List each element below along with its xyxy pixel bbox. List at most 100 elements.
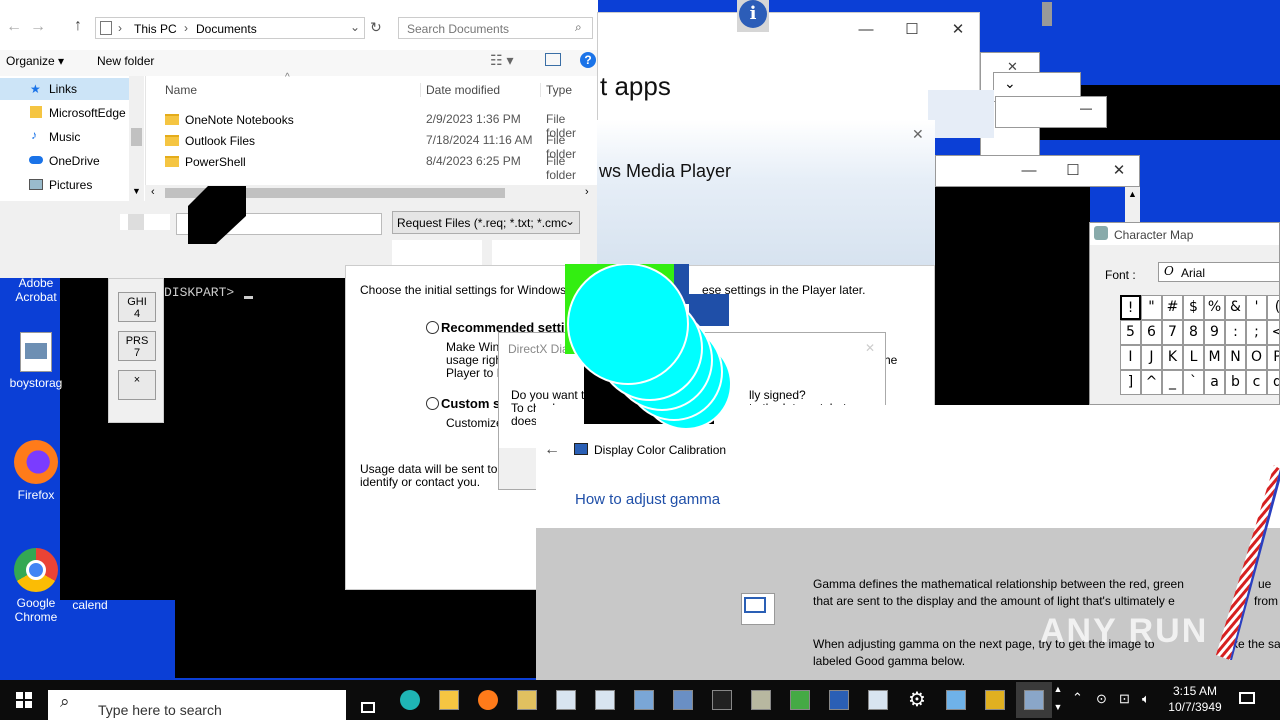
charmap-cell[interactable]: ( [1267,295,1279,320]
taskbar-search-box[interactable]: ⌕ Type here to search [48,690,346,720]
charmap-cell[interactable]: M [1204,345,1225,370]
search-documents-input[interactable]: Search Documents ⌕ [398,17,593,39]
new-folder-button[interactable]: New folder [97,54,154,68]
charmap-cell[interactable]: P [1267,345,1279,370]
taskbar-app-button[interactable] [1016,682,1052,718]
charmap-cell[interactable]: _ [1162,370,1183,395]
refresh-icon[interactable]: ↻ [370,19,382,36]
file-row[interactable]: PowerShell [165,150,595,174]
charmap-cell[interactable]: 5 [1120,320,1141,345]
clock[interactable]: 3:15 AM 10/7/3949 [1160,683,1230,715]
charmap-cell[interactable]: $ [1183,295,1204,320]
taskbar-app-button[interactable] [548,682,584,718]
preview-pane-icon[interactable] [545,53,561,66]
close-button[interactable]: ✕ [1096,156,1139,186]
charmap-cell[interactable]: I [1120,345,1141,370]
charmap-cell[interactable]: a [1204,370,1225,395]
charmap-cell[interactable]: ; [1246,320,1267,345]
maximize-button[interactable]: ☐ [1050,156,1096,186]
keypad-key[interactable]: GHI 4 [118,292,156,322]
close-icon[interactable]: ✕ [865,341,875,355]
taskbar-app-button[interactable] [821,682,857,718]
font-select[interactable]: O Arial [1158,262,1279,282]
nav-item-onedrive[interactable]: OneDrive [49,154,100,168]
taskbar-app-button[interactable] [509,682,545,718]
charmap-cell[interactable]: 9 [1204,320,1225,345]
charmap-cell[interactable]: & [1225,295,1246,320]
charmap-cell[interactable]: b [1225,370,1246,395]
volume-icon[interactable]: 🔈︎ [1142,691,1150,707]
charmap-cell[interactable]: " [1141,295,1162,320]
column-header-date[interactable]: Date modified [420,83,500,97]
vertical-scrollbar[interactable]: ▲ [1125,187,1140,227]
maximize-button[interactable]: ☐ [889,15,935,45]
file-type-select[interactable]: Request Files (*.req; *.txt; *.cmc ⌄ [392,211,580,234]
back-arrow-icon[interactable]: ← [6,18,22,36]
help-icon[interactable]: ? [580,52,596,68]
charmap-cell[interactable]: K [1162,345,1183,370]
action-center-button[interactable] [1236,688,1258,710]
close-button[interactable]: ✕ [935,15,979,45]
minimize-button[interactable]: — [1006,156,1052,186]
taskbar-app-button[interactable] [587,682,623,718]
charmap-cell[interactable]: 8 [1183,320,1204,345]
open-button[interactable] [392,240,482,266]
view-options-icon[interactable]: ☷ ▾ [490,52,513,69]
desktop-icon-firefox[interactable]: Firefox [0,440,72,502]
taskbar-app-button[interactable] [665,682,701,718]
nav-item-microsoftedge[interactable]: MicrosoftEdge [49,106,126,120]
organize-button[interactable]: Organize ▾ [6,54,64,68]
charmap-cell[interactable]: d [1267,370,1279,395]
charmap-cell[interactable]: L [1183,345,1204,370]
charmap-cell[interactable]: J [1141,345,1162,370]
minimize-button[interactable]: — [843,15,889,45]
charmap-cell[interactable]: : [1225,320,1246,345]
keypad-key[interactable]: PRS 7 [118,331,156,361]
task-view-button[interactable] [355,690,385,720]
taskbar-app-button[interactable] [938,682,974,718]
charmap-cell[interactable]: ^ [1141,370,1162,395]
nav-item-pictures[interactable]: Pictures [49,178,92,192]
minimize-icon[interactable]: — [1080,101,1092,115]
charmap-cell[interactable]: % [1204,295,1225,320]
address-bar[interactable]: › This PC › Documents ⌄ [95,17,365,39]
cancel-button[interactable] [492,240,580,266]
forward-arrow-icon[interactable]: → [30,18,46,36]
taskbar-app-button[interactable] [470,682,506,718]
keypad-key[interactable]: × [118,370,156,400]
custom-radio[interactable] [426,397,439,410]
desktop-icon-boystorag[interactable]: boystorag [0,332,72,390]
taskbar-app-button[interactable] [782,682,818,718]
charmap-cell[interactable]: # [1162,295,1183,320]
start-button[interactable] [0,680,48,720]
up-arrow-icon[interactable]: ↑ [74,17,82,35]
diskpart-console[interactable]: DISKPART> [160,275,350,600]
back-arrow-icon[interactable]: ← [544,441,560,459]
nav-item-music[interactable]: Music [49,130,80,144]
recommended-radio[interactable] [426,321,439,334]
taskbar-app-button[interactable]: ⚙ [899,682,935,718]
charmap-cell[interactable]: ! [1120,295,1141,320]
desktop-icon-chrome[interactable]: Google Chrome [0,548,72,624]
taskbar-app-button[interactable] [704,682,740,718]
taskbar-app-button[interactable] [860,682,896,718]
desktop-icon-calend[interactable]: calend [60,598,120,612]
breadcrumb-documents[interactable]: Documents [196,22,257,36]
charmap-cell[interactable]: N [1225,345,1246,370]
taskbar-app-button[interactable] [743,682,779,718]
taskbar-app-button[interactable] [392,682,428,718]
column-header-type[interactable]: Type [540,83,572,97]
taskbar-app-button[interactable] [977,682,1013,718]
breadcrumb-this-pc[interactable]: This PC [134,22,177,36]
nav-scrollbar[interactable]: ▼ [129,76,144,201]
chevron-down-icon[interactable]: ⌄ [1004,75,1016,92]
column-header-name[interactable]: Name [165,83,197,97]
charmap-cell[interactable]: 6 [1141,320,1162,345]
desktop-icon-acrobat[interactable]: Adobe Acrobat [0,276,72,304]
taskbar-app-button[interactable] [626,682,662,718]
taskbar-scroll[interactable]: ▲ ▼ [1053,680,1063,720]
charmap-cell[interactable]: ' [1246,295,1267,320]
charmap-cell[interactable]: c [1246,370,1267,395]
show-hidden-icons-button[interactable]: ⌃ [1072,690,1083,706]
chevron-down-icon[interactable]: ⌄ [350,20,360,34]
